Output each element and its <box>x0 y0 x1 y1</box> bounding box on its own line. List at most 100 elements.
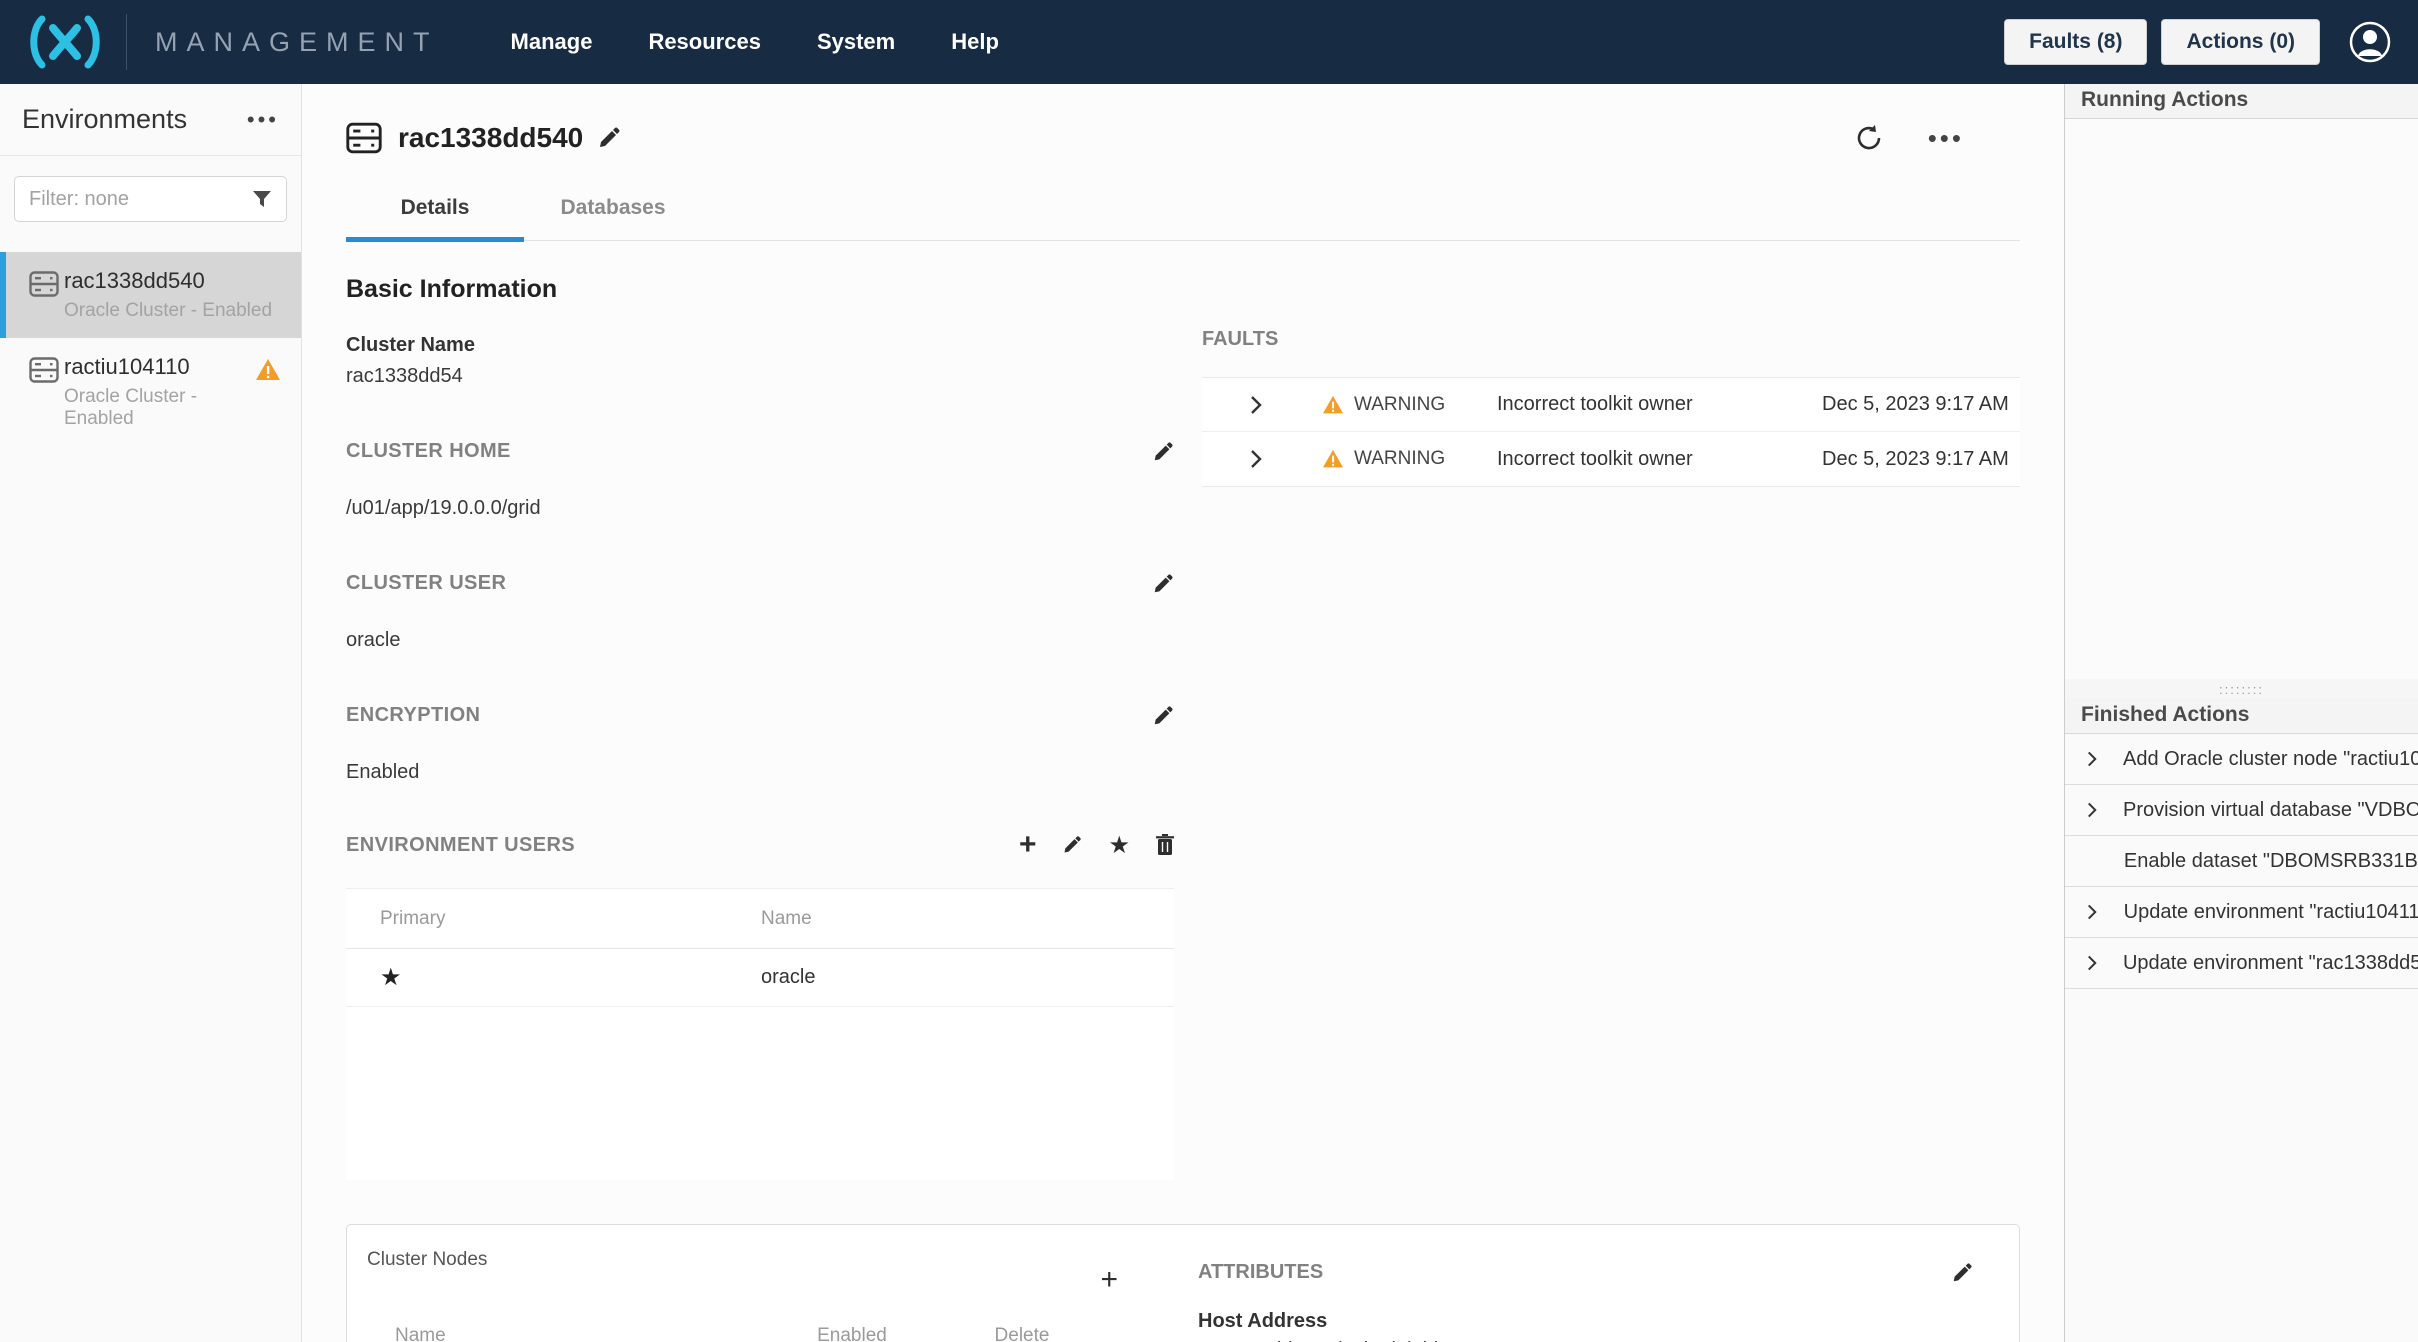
cluster-name-value: rac1338dd54 <box>346 365 1174 388</box>
fault-severity: WARNING <box>1354 394 1445 416</box>
finished-action-row[interactable]: Provision virtual database "VDBO_... <box>2065 785 2418 836</box>
add-node-icon[interactable]: + <box>1100 1263 1118 1297</box>
environment-list-item[interactable]: rac1338dd540 Oracle Cluster - Enabled <box>0 252 301 338</box>
environment-name: rac1338dd540 <box>64 268 281 294</box>
warning-icon <box>1322 395 1344 415</box>
cluster-nodes-table: Name Enabled Delete rac1338dd541 rac1338… <box>367 1305 1142 1342</box>
sidebar-more-icon[interactable]: ••• <box>247 107 279 133</box>
users-col-primary: Primary <box>346 908 761 930</box>
encryption-value: Enabled <box>346 761 1174 784</box>
tab-databases[interactable]: Databases <box>524 196 702 240</box>
fault-date: Dec 5, 2023 9:17 AM <box>1822 448 2009 471</box>
brand-divider <box>126 14 127 70</box>
finished-action-text: Update environment "rac1338dd54... <box>2123 952 2418 975</box>
chevron-right-icon[interactable] <box>2085 750 2099 768</box>
environment-user-row[interactable]: ★ oracle <box>346 949 1174 1007</box>
nodes-col-enabled: Enabled <box>767 1325 937 1342</box>
chevron-right-icon[interactable] <box>2085 903 2099 921</box>
environment-name: ractiu104110 <box>64 354 251 380</box>
actions-panel: Running Actions :::::::: Finished Action… <box>2064 84 2418 1342</box>
cluster-icon <box>346 122 382 154</box>
nav-help[interactable]: Help <box>951 29 999 55</box>
running-actions-list <box>2065 119 2418 679</box>
finished-actions-list: Add Oracle cluster node "ractiu104... Pr… <box>2065 734 2418 989</box>
actions-button[interactable]: Actions (0) <box>2161 19 2320 65</box>
set-primary-user-icon[interactable]: ★ <box>1108 831 1130 860</box>
cluster-user-value: oracle <box>346 629 1174 652</box>
filter-funnel-icon[interactable] <box>251 188 273 210</box>
section-basic-information: Basic Information <box>346 275 2020 304</box>
fault-row[interactable]: WARNING Incorrect toolkit owner Dec 5, 2… <box>1202 432 2020 486</box>
cluster-nodes-card: Cluster Nodes + Name Enabled Delete rac1… <box>346 1224 2020 1342</box>
nav-system[interactable]: System <box>817 29 895 55</box>
attributes-section: ATTRIBUTES Host Address rac1338dd542.dco… <box>1142 1249 2019 1342</box>
cluster-icon <box>24 357 64 383</box>
edit-user-icon[interactable] <box>1062 835 1082 855</box>
nodes-col-delete: Delete <box>937 1325 1107 1342</box>
chevron-right-icon[interactable] <box>2085 954 2099 972</box>
main-more-icon[interactable]: ••• <box>1928 123 1964 154</box>
nav-resources[interactable]: Resources <box>648 29 761 55</box>
nodes-col-name: Name <box>367 1325 767 1342</box>
finished-action-text: Enable dataset "DBOMSRB331B3". <box>2124 850 2418 873</box>
cluster-user-label: CLUSTER USER <box>346 572 506 595</box>
environment-users-label: ENVIRONMENT USERS <box>346 834 575 857</box>
sidebar-title: Environments <box>22 104 187 135</box>
cluster-icon <box>24 271 64 297</box>
warning-icon <box>1322 449 1344 469</box>
nav-manage[interactable]: Manage <box>511 29 593 55</box>
attr-host-address-label: Host Address <box>1198 1310 1973 1333</box>
edit-cluster-home-icon[interactable] <box>1152 441 1174 463</box>
add-user-icon[interactable]: + <box>1019 828 1037 862</box>
environments-sidebar: Environments ••• rac1338dd540 <box>0 84 302 1342</box>
fault-severity: WARNING <box>1354 448 1445 470</box>
environment-subtitle: Oracle Cluster - Enabled <box>64 300 281 322</box>
environment-users-table: Primary Name ★ oracle <box>346 888 1174 1180</box>
fault-row[interactable]: WARNING Incorrect toolkit owner Dec 5, 2… <box>1202 378 2020 432</box>
user-profile-icon[interactable] <box>2348 20 2392 64</box>
finished-actions-header: Finished Actions <box>2065 699 2418 734</box>
panel-resize-grip[interactable]: :::::::: <box>2065 679 2418 699</box>
finished-action-text: Update environment "ractiu104110". <box>2124 901 2418 924</box>
primary-star-icon: ★ <box>346 963 761 992</box>
delphix-logo[interactable] <box>26 14 104 70</box>
top-bar: MANAGEMENT Manage Resources System Help … <box>0 0 2418 84</box>
faults-button[interactable]: Faults (8) <box>2004 19 2147 65</box>
users-col-name: Name <box>761 908 1174 930</box>
fault-title: Incorrect toolkit owner <box>1497 448 1762 471</box>
edit-attributes-icon[interactable] <box>1951 1262 1973 1284</box>
delete-user-icon[interactable] <box>1156 834 1174 856</box>
cluster-home-label: CLUSTER HOME <box>346 440 511 463</box>
running-actions-header: Running Actions <box>2065 84 2418 119</box>
finished-action-row[interactable]: Enable dataset "DBOMSRB331B3". <box>2065 836 2418 887</box>
finished-action-text: Add Oracle cluster node "ractiu104... <box>2123 748 2418 771</box>
chevron-right-icon[interactable] <box>1248 394 1264 416</box>
fault-date: Dec 5, 2023 9:17 AM <box>1822 393 2009 416</box>
edit-encryption-icon[interactable] <box>1152 705 1174 727</box>
filter-input[interactable] <box>14 176 287 222</box>
faults-section-label: FAULTS <box>1202 328 2020 351</box>
topbar-right: Faults (8) Actions (0) <box>2004 19 2392 65</box>
attributes-label: ATTRIBUTES <box>1198 1261 1323 1284</box>
finished-action-row[interactable]: Update environment "ractiu104110". <box>2065 887 2418 938</box>
delphix-logo-icon <box>26 14 104 70</box>
tab-details[interactable]: Details <box>346 196 524 240</box>
chevron-right-icon[interactable] <box>2085 801 2099 819</box>
environment-list: rac1338dd540 Oracle Cluster - Enabled ra… <box>0 252 301 446</box>
main-content: rac1338dd540 ••• Details Databases Basic… <box>302 84 2064 1342</box>
sidebar-header: Environments ••• <box>0 84 301 156</box>
page-title: rac1338dd540 <box>398 122 583 154</box>
cluster-home-value: /u01/app/19.0.0.0/grid <box>346 497 1174 520</box>
refresh-icon[interactable] <box>1854 123 1884 153</box>
environment-list-item[interactable]: ractiu104110 Oracle Cluster - Enabled <box>0 338 301 446</box>
finished-action-row[interactable]: Add Oracle cluster node "ractiu104... <box>2065 734 2418 785</box>
edit-title-icon[interactable] <box>597 126 621 150</box>
filter-container <box>0 156 301 238</box>
finished-action-text: Provision virtual database "VDBO_... <box>2123 799 2418 822</box>
chevron-right-icon[interactable] <box>1248 448 1264 470</box>
finished-action-row[interactable]: Update environment "rac1338dd54... <box>2065 938 2418 989</box>
environment-subtitle: Oracle Cluster - Enabled <box>64 386 251 430</box>
encryption-label: ENCRYPTION <box>346 704 480 727</box>
tab-bar: Details Databases <box>346 196 2020 241</box>
edit-cluster-user-icon[interactable] <box>1152 573 1174 595</box>
